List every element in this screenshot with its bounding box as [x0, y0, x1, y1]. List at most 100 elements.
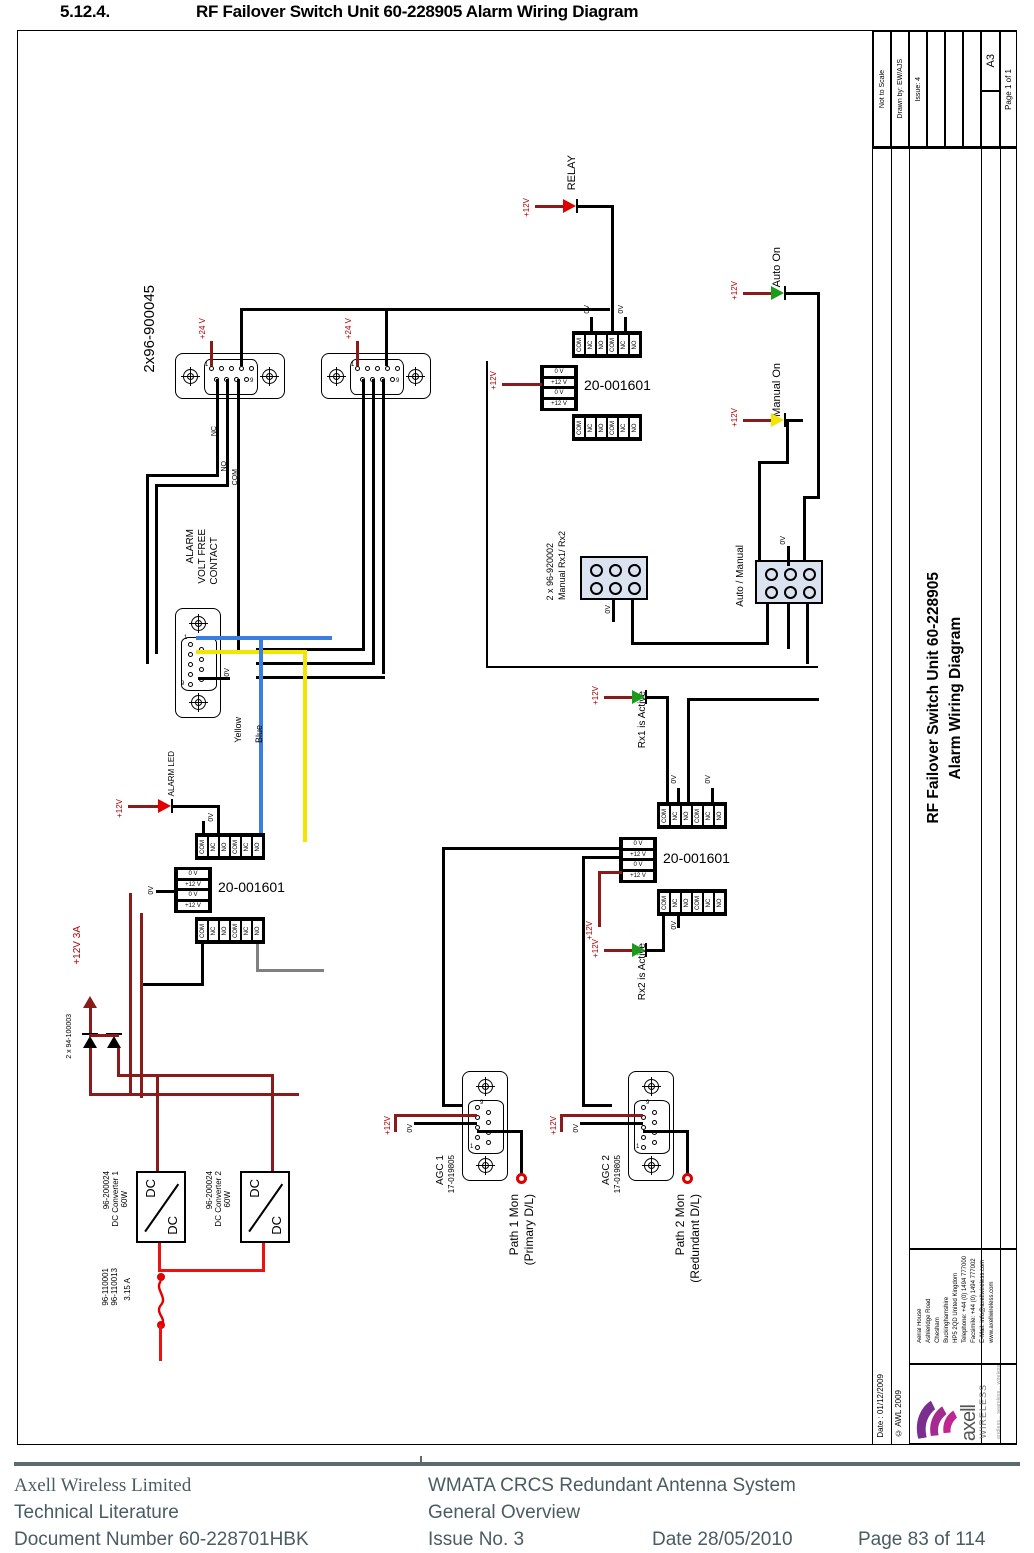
wire-12v-relay — [535, 205, 563, 208]
page-heading: 5.12.4. RF Failover Switch Unit 60-22890… — [0, 0, 1034, 28]
bus-dsub2-up — [385, 308, 388, 366]
wire-amsw-left-down — [766, 604, 769, 644]
switch-hole[interactable] — [590, 564, 603, 577]
label-24v-1: +24 V — [198, 318, 207, 340]
wire-dc1-out — [158, 1243, 161, 1271]
dc2-name: DC Converter 2 — [214, 1171, 223, 1227]
terminal-com: COM — [660, 806, 669, 825]
pin9-label: 9 — [646, 1100, 650, 1106]
label-12v-relay: +12V — [522, 198, 531, 217]
switch-hole[interactable] — [784, 568, 797, 581]
label-24v-2: +24 V — [344, 318, 353, 340]
drawing-title: RF Failover Switch Unit 60-228905 Alarm … — [909, 147, 981, 1249]
path1-test-point[interactable] — [516, 1173, 527, 1184]
switch-hole[interactable] — [803, 568, 816, 581]
wire-dsub1-nc — [216, 379, 219, 476]
switch-hole[interactable] — [784, 586, 797, 599]
footer-docnum: Document Number 60-228701HBK — [14, 1529, 309, 1550]
wire-dsub1-no-h — [155, 484, 228, 487]
label-12v-alarm: +12V — [115, 799, 124, 818]
wire-12v-manual — [743, 419, 771, 422]
wire-pconn-0v — [156, 890, 176, 893]
path2-test-point[interactable] — [682, 1173, 693, 1184]
pin1-label: 1 — [470, 1144, 474, 1150]
path1-label: Path 1 Mon — [507, 1194, 521, 1256]
terminal-nc: NC — [704, 893, 713, 912]
dsub-connector-1 — [175, 353, 285, 399]
alarm-volt-free-label3: CONTACT — [209, 537, 220, 585]
page-label: Page 1 of 1 — [1004, 68, 1013, 110]
logo-box: axell WIRELESS endless... seamless... wi… — [909, 1364, 1017, 1444]
dc-out-label: DC — [269, 1216, 284, 1235]
wire-agc2-tp-h — [643, 1130, 689, 1133]
switch-hole[interactable] — [765, 586, 778, 599]
dc-converter-2: DC DC — [240, 1171, 290, 1243]
wire-manual-down — [786, 419, 789, 464]
switch-hole[interactable] — [590, 582, 603, 595]
wire-dsub1-nc-h — [146, 474, 219, 477]
drawing-date: Date : 01/12/2009 — [876, 1374, 885, 1438]
wire-amsw-0v — [787, 546, 790, 566]
dsub-connector-2 — [321, 353, 431, 399]
terminal-com: COM — [693, 893, 702, 912]
pterm-12v: +12 V — [178, 901, 208, 910]
dc1-watt: 60W — [120, 1191, 129, 1208]
wire-dsub1-com — [237, 379, 240, 654]
label-0v-rx-a: 0V — [671, 775, 678, 784]
wire-yellow-h — [196, 650, 306, 654]
cell-blank-2 — [945, 31, 963, 147]
wire-manual-down2 — [758, 461, 761, 567]
pin9-label: 9 — [181, 681, 185, 687]
wire-auto-out — [786, 292, 820, 295]
wire-agc1-tp-h — [477, 1130, 523, 1133]
terminal-com: COM — [231, 837, 240, 856]
terminal-strip-alarm-top: COM NC NO COM NC NO — [195, 833, 265, 860]
auto-manual-switch[interactable] — [755, 560, 823, 604]
pin9-label: 9 — [396, 378, 400, 384]
wire-dsub1-no — [226, 379, 229, 487]
not-to-scale-label: Not to Scale — [878, 69, 886, 109]
dc2-pn: 96-200024 — [205, 1171, 214, 1210]
wire-12v-pconn-rx-v — [598, 871, 601, 927]
switch-hole[interactable] — [628, 582, 641, 595]
wire-vert-long2 — [129, 893, 132, 1093]
switch-hole[interactable] — [765, 568, 778, 581]
terminal-strip-rx-bottom: COM NC NO COM NC NO — [657, 889, 727, 916]
label-12v-manual: +12V — [730, 408, 739, 427]
dc2-watt: 60W — [223, 1191, 232, 1208]
fuse-pn2: 96-110013 — [110, 1268, 119, 1306]
wire-blue-h — [196, 636, 332, 640]
screw-icon — [406, 367, 425, 386]
wire-amsw-mid-down — [787, 604, 790, 649]
auto-on-label: Auto On — [771, 247, 783, 288]
agc1-label: AGC 1 — [435, 1155, 446, 1186]
label-0v-relay-a: 0V — [584, 305, 591, 314]
switch-hole[interactable] — [609, 582, 622, 595]
wire-agc1-tp-v — [520, 1130, 523, 1175]
switch-hole[interactable] — [609, 564, 622, 577]
label-0v-amsw: 0V — [780, 536, 787, 545]
label-12v-rx1: +12V — [591, 686, 600, 705]
label-0v-agc1: 0V — [407, 1124, 414, 1133]
pin1-label: 1 — [351, 362, 355, 368]
wire-12v-pconn-rx-h — [598, 871, 622, 874]
manual-on-label: Manual On — [771, 363, 783, 417]
terminal-com: COM — [693, 806, 702, 825]
wire-dc2-up — [271, 1076, 274, 1171]
auto-manual-label: Auto / Manual — [735, 545, 746, 607]
wire-0v-agc2 — [580, 1122, 643, 1125]
wire-rx1-top-v — [687, 698, 690, 802]
switch-hole[interactable] — [803, 586, 816, 599]
manual-rx-switch[interactable] — [580, 556, 648, 600]
wire-12v-alarm — [128, 805, 158, 808]
wire-dsub2-b — [372, 379, 375, 664]
terminal-nc: NC — [619, 335, 628, 354]
terminal-no: NO — [253, 837, 262, 856]
wire-manual-h — [758, 461, 789, 464]
logo-tagline: endless... seamless... wireless... — [996, 1364, 1002, 1439]
path2-label: Path 2 Mon — [673, 1194, 687, 1256]
screw-icon — [476, 1156, 495, 1175]
terminal-com: COM — [198, 921, 207, 940]
rail-label: +12V 3A — [72, 926, 83, 965]
switch-hole[interactable] — [628, 564, 641, 577]
